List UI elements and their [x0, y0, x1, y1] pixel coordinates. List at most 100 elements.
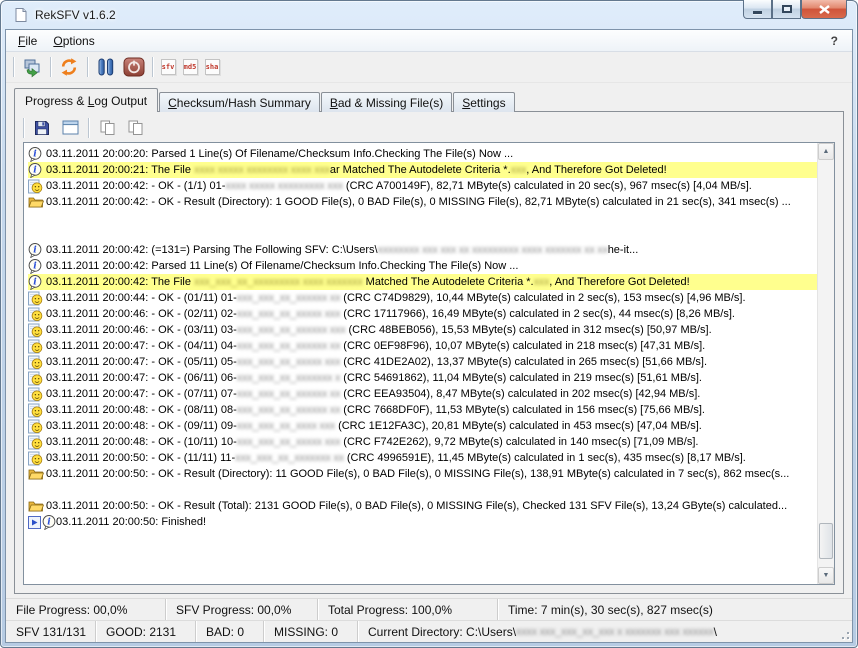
log-line[interactable]: 03.11.2011 20:00:46: - OK - (03/11) 03-x… [28, 322, 817, 338]
log-window-button[interactable] [57, 116, 83, 140]
log-text: 03.11.2011 20:00:46: - OK - (03/11) 03- [46, 324, 237, 336]
redacted-text: xxx_xxx_xx_xxxxxx xx [237, 340, 340, 352]
log-line[interactable]: 03.11.2011 20:00:48: - OK - (08/11) 08-x… [28, 402, 817, 418]
redacted-text: xxxx xxxxx xxxxxxxxx xxx [225, 180, 342, 192]
tab-settings[interactable]: Settings [453, 92, 514, 112]
log-text: (CRC 48BEB056), 15,53 MByte(s) calculate… [345, 324, 711, 336]
maximize-button[interactable] [772, 0, 801, 19]
log-line[interactable]: i03.11.2011 20:00:42: Parsed 11 Line(s) … [28, 258, 817, 274]
log-line[interactable] [28, 482, 817, 498]
log-line[interactable]: i03.11.2011 20:00:21: The File xxxx xxxx… [28, 162, 817, 178]
create-sfv-button-label: sfv [162, 64, 175, 71]
log-line[interactable]: 03.11.2011 20:00:50: - OK - Result (Dire… [28, 466, 817, 482]
create-sfv-button[interactable]: sfv [158, 55, 178, 79]
log-text: File Progress: 00,0% [16, 603, 127, 617]
file-ok-icon [28, 403, 46, 418]
scrollbar-up-button[interactable]: ▲ [818, 143, 834, 160]
close-button[interactable] [801, 0, 847, 19]
file-ok-icon [28, 307, 46, 322]
toolbar-separator [50, 57, 51, 77]
log-line-text: 03.11.2011 20:00:21: The File xxxx xxxxx… [46, 164, 667, 176]
file-ok-icon [28, 419, 46, 434]
log-line[interactable]: 03.11.2011 20:00:42: - OK - (1/1) 01-xxx… [28, 178, 817, 194]
copy-all-log-button[interactable] [122, 116, 148, 140]
scrollbar-track[interactable] [818, 160, 834, 567]
maximize-icon [782, 5, 792, 13]
menu-options[interactable]: Options [45, 31, 102, 51]
refresh-button[interactable] [56, 55, 82, 79]
stop-button[interactable] [121, 55, 147, 79]
log-line[interactable]: 03.11.2011 20:00:44: - OK - (01/11) 01-x… [28, 290, 817, 306]
log-text: SFV 131/131 [16, 625, 86, 639]
log-line-text: 03.11.2011 20:00:42: (=131=) Parsing The… [46, 244, 638, 256]
resize-grip[interactable] [838, 621, 852, 642]
log-line[interactable]: 03.11.2011 20:00:47: - OK - (06/11) 06-x… [28, 370, 817, 386]
scrollbar-thumb[interactable] [819, 523, 833, 559]
minimize-button[interactable] [743, 0, 772, 19]
log-line[interactable]: 03.11.2011 20:00:50: - OK - Result (Tota… [28, 498, 817, 514]
pause-button[interactable] [93, 55, 119, 79]
refresh-icon [59, 57, 79, 77]
scrollbar-down-button[interactable]: ▼ [818, 567, 834, 584]
log-text: (CRC 4996591E), 11,45 MByte(s) calculate… [344, 452, 746, 464]
redacted-text: xxx_xxx_xx_xxxxxxxxx xxxx xxxxxxx [194, 276, 363, 288]
log-text: Matched The Autodelete Criteria *. [363, 276, 534, 288]
log-line[interactable]: i03.11.2011 20:00:20: Parsed 1 Line(s) O… [28, 146, 817, 162]
folder-icon [28, 499, 46, 513]
log-line[interactable] [28, 210, 817, 226]
log-line[interactable]: 03.11.2011 20:00:48: - OK - (09/11) 09-x… [28, 418, 817, 434]
log-line[interactable]: 03.11.2011 20:00:47: - OK - (05/11) 05-x… [28, 354, 817, 370]
log-line-text: 03.11.2011 20:00:47: - OK - (07/11) 07-x… [46, 388, 700, 400]
file-ok-icon [28, 179, 46, 194]
status-bar-totals: SFV 131/131GOOD: 2131BAD: 0MISSING: 0Cur… [6, 620, 852, 642]
log-line[interactable]: i03.11.2011 20:00:42: The File xxx_xxx_x… [28, 274, 817, 290]
log-output-list[interactable]: i03.11.2011 20:00:20: Parsed 1 Line(s) O… [23, 142, 835, 585]
log-text: (CRC 41DE2A02), 13,37 MByte(s) calculate… [340, 356, 707, 368]
redacted-text: xxxx xxxxx xxxxxxxx xxxx xxx [194, 164, 330, 176]
copy-log-button[interactable] [94, 116, 120, 140]
minimize-icon [753, 11, 762, 14]
file-ok-icon [28, 355, 46, 370]
log-scrollbar[interactable]: ▲ ▼ [817, 143, 834, 584]
titlebar[interactable]: RekSFV v1.6.2 [1, 1, 857, 29]
log-line-text: 03.11.2011 20:00:42: Parsed 11 Line(s) O… [46, 260, 518, 272]
log-line-text: 03.11.2011 20:00:47: - OK - (06/11) 06-x… [46, 372, 702, 384]
log-line[interactable]: 03.11.2011 20:00:50: - OK - (11/11) 11-x… [28, 450, 817, 466]
log-text: 03.11.2011 20:00:50: - OK - Result (Tota… [46, 500, 787, 512]
log-line[interactable]: 03.11.2011 20:00:48: - OK - (10/11) 10-x… [28, 434, 817, 450]
svg-text:i: i [33, 276, 37, 287]
tab-checksum-hash-summary[interactable]: Checksum/Hash Summary [159, 92, 320, 112]
tab-progress-log-output[interactable]: Progress & Log Output [14, 88, 158, 112]
log-text: 03.11.2011 20:00:42: (=131=) Parsing The… [46, 244, 378, 256]
help-menu[interactable]: ? [821, 34, 848, 48]
log-line[interactable]: 03.11.2011 20:00:47: - OK - (07/11) 07-x… [28, 386, 817, 402]
create-sha-button[interactable]: sha [202, 55, 222, 79]
log-text: \ [714, 625, 717, 639]
open-directory-button[interactable] [19, 55, 45, 79]
menu-file[interactable]: File [10, 31, 45, 51]
log-line[interactable]: 03.11.2011 20:00:47: - OK - (04/11) 04-x… [28, 338, 817, 354]
log-line[interactable]: 03.11.2011 20:00:42: - OK - Result (Dire… [28, 194, 817, 210]
log-text: 03.11.2011 20:00:21: The File [46, 164, 194, 176]
save-log-button[interactable] [29, 116, 55, 140]
log-line[interactable] [28, 226, 817, 242]
info-icon: i [28, 275, 46, 290]
create-md5-button[interactable]: md5 [180, 55, 200, 79]
log-text: 03.11.2011 20:00:50: Finished! [56, 516, 206, 528]
file-ok-icon [28, 339, 46, 354]
log-text: (CRC A700149F), 82,71 MByte(s) calculate… [343, 180, 752, 192]
tab-bad-missing-files[interactable]: Bad & Missing File(s) [321, 92, 452, 112]
status-segment: MISSING: 0 [264, 621, 358, 642]
file-ok-icon [28, 371, 46, 386]
folder-icon [28, 467, 46, 481]
log-line[interactable]: i03.11.2011 20:00:42: (=131=) Parsing Th… [28, 242, 817, 258]
log-line-text: 03.11.2011 20:00:50: - OK - (11/11) 11-x… [46, 452, 746, 464]
log-text: MISSING: 0 [274, 625, 338, 639]
log-line[interactable]: i03.11.2011 20:00:50: Finished! [28, 514, 817, 530]
toolbar-separator [152, 57, 153, 77]
log-text: (CRC C74D9829), 10,44 MByte(s) calculate… [340, 292, 745, 304]
log-text: 03.11.2011 20:00:42: Parsed 11 Line(s) O… [46, 260, 518, 272]
log-line[interactable]: 03.11.2011 20:00:46: - OK - (02/11) 02-x… [28, 306, 817, 322]
status-segment: Time: 7 min(s), 30 sec(s), 827 msec(s) [498, 599, 852, 620]
log-text: 03.11.2011 20:00:42: - OK - (1/1) 01- [46, 180, 225, 192]
